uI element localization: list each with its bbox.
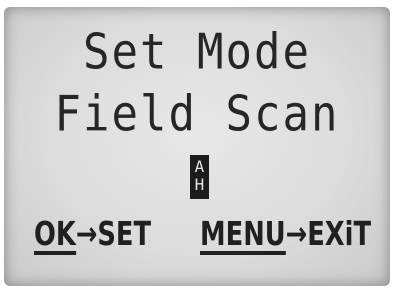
cursor-top-char: A bbox=[194, 157, 205, 176]
ok-action-label: →SET bbox=[75, 214, 152, 253]
menu-exit-hint[interactable]: MENU→EXiT bbox=[200, 214, 371, 255]
lcd-screen: Set Mode Field Scan A H OK→SET MENU→EXiT bbox=[4, 7, 390, 286]
cursor-bottom-char: H bbox=[194, 175, 205, 194]
ok-set-hint[interactable]: OK→SET bbox=[34, 214, 151, 255]
menu-action-label: →EXiT bbox=[285, 214, 372, 253]
edit-cursor: A H bbox=[190, 155, 209, 199]
camera-frame: Set Mode Field Scan A H OK→SET MENU→EXiT bbox=[0, 0, 396, 293]
screen-title: Set Mode bbox=[83, 23, 311, 82]
ok-key-label: OK bbox=[34, 214, 76, 255]
mode-value[interactable]: Field Scan bbox=[4, 86, 390, 143]
menu-key-label: MENU bbox=[200, 214, 286, 255]
